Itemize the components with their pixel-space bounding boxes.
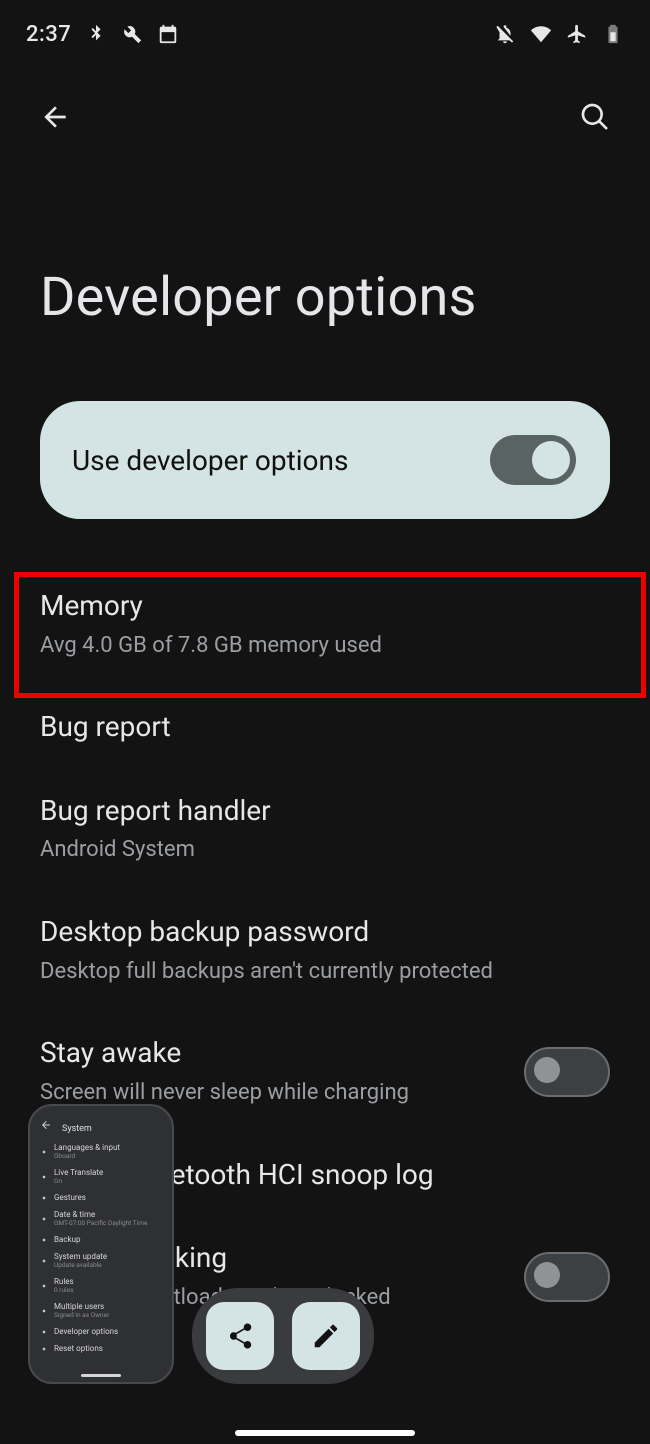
thumb-row: Live TranslateOn	[30, 1164, 172, 1189]
thumb-row: Backup	[30, 1231, 172, 1248]
status-time: 2:37	[26, 22, 71, 47]
search-icon	[579, 101, 611, 133]
thumb-row: Rules0 rules	[30, 1273, 172, 1298]
use-developer-options-label: Use developer options	[72, 444, 348, 477]
share-button[interactable]	[206, 1302, 274, 1370]
bug-report-title: Bug report	[40, 710, 171, 744]
dnd-off-icon	[494, 23, 516, 45]
search-button[interactable]	[566, 88, 624, 146]
memory-item[interactable]: Memory Avg 4.0 GB of 7.8 GB memory used	[40, 565, 610, 686]
screenshot-thumbnail[interactable]: System Languages & inputGboardLive Trans…	[28, 1104, 174, 1384]
stay-awake-switch[interactable]	[524, 1047, 610, 1097]
share-icon	[225, 1321, 255, 1351]
bug-report-handler-title: Bug report handler	[40, 794, 271, 828]
screenshot-actions	[192, 1288, 374, 1384]
use-developer-options-switch[interactable]	[490, 435, 576, 485]
memory-title: Memory	[40, 589, 382, 623]
thumb-header: System	[62, 1124, 92, 1134]
back-button[interactable]	[26, 88, 84, 146]
desktop-backup-password-subtitle: Desktop full backups aren't currently pr…	[40, 957, 493, 987]
desktop-backup-password-item[interactable]: Desktop backup password Desktop full bac…	[40, 891, 610, 1012]
bug-report-handler-subtitle: Android System	[40, 835, 271, 865]
wifi-icon	[530, 23, 552, 45]
arrow-back-icon	[39, 101, 71, 133]
thumb-row: Multiple usersSigned in as Owner	[30, 1298, 172, 1323]
gesture-handle[interactable]	[235, 1430, 415, 1436]
thumb-row: Gestures	[30, 1189, 172, 1206]
thumb-row: Reset options	[30, 1340, 172, 1357]
use-developer-options-row[interactable]: Use developer options	[40, 401, 610, 519]
desktop-backup-password-title: Desktop backup password	[40, 915, 493, 949]
thumb-rows: Languages & inputGboardLive TranslateOnG…	[30, 1139, 172, 1357]
wrench-icon	[121, 23, 143, 45]
arrow-back-icon	[40, 1119, 52, 1131]
thumb-handle	[81, 1374, 121, 1377]
thumb-row: Languages & inputGboard	[30, 1139, 172, 1164]
stay-awake-title: Stay awake	[40, 1036, 409, 1070]
oem-unlocking-switch[interactable]	[524, 1252, 610, 1302]
page-title: Developer options	[0, 156, 650, 381]
edit-icon	[311, 1321, 341, 1351]
bug-report-handler-item[interactable]: Bug report handler Android System	[40, 770, 610, 891]
airplane-icon	[566, 23, 588, 45]
calendar-icon	[157, 23, 179, 45]
edit-button[interactable]	[292, 1302, 360, 1370]
memory-subtitle: Avg 4.0 GB of 7.8 GB memory used	[40, 631, 382, 661]
thumb-row: Date & timeGMT-07:00 Pacific Daylight Ti…	[30, 1206, 172, 1231]
screenshot-preview-overlay: System Languages & inputGboardLive Trans…	[28, 1104, 374, 1384]
battery-icon	[602, 23, 624, 45]
thumb-row: System updateUpdate available	[30, 1248, 172, 1273]
thumb-row: Developer options	[30, 1323, 172, 1340]
status-bar: 2:37	[0, 0, 650, 58]
bluetooth-icon	[85, 23, 107, 45]
bug-report-item[interactable]: Bug report	[40, 686, 610, 770]
app-bar	[0, 58, 650, 156]
